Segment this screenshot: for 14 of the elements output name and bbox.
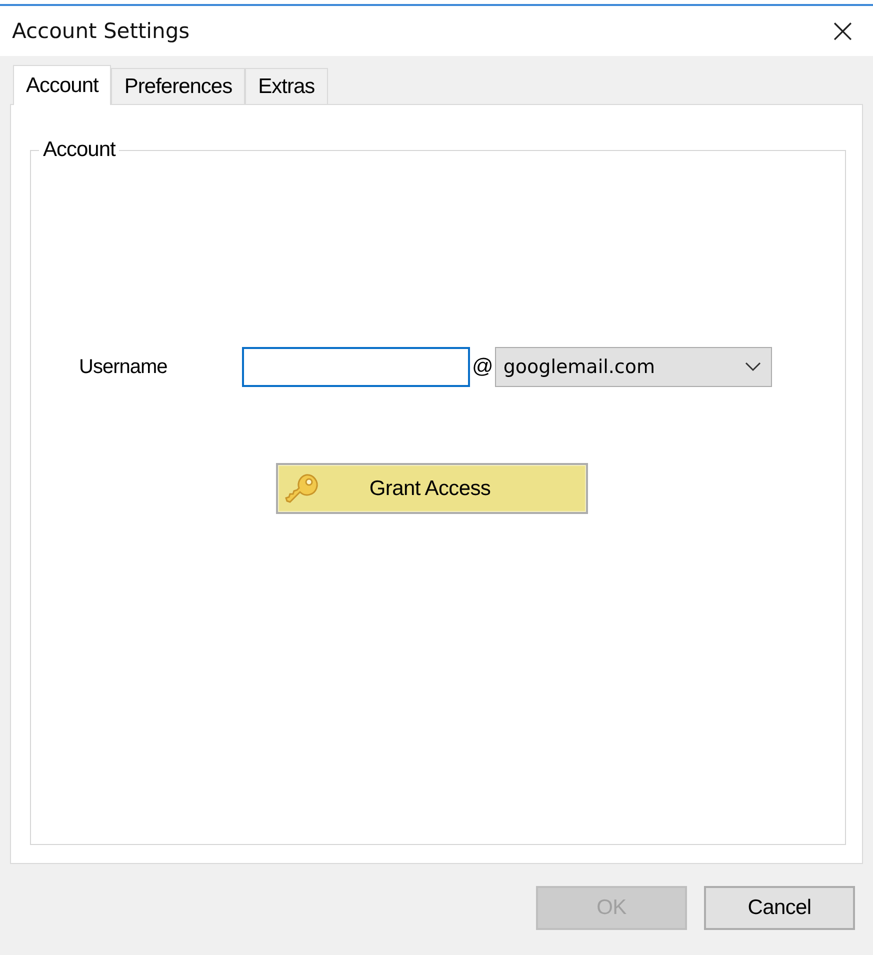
dialog-button[interactable]: Cancel xyxy=(704,886,855,930)
window-title: Account Settings xyxy=(12,19,190,43)
group-title: Account xyxy=(42,138,117,162)
tab[interactable]: Extras xyxy=(245,68,328,104)
tab[interactable]: Preferences xyxy=(111,68,246,104)
close-button[interactable]: × xyxy=(824,14,861,48)
username-field[interactable] xyxy=(242,347,470,387)
grant-access-button[interactable]: Grant Access xyxy=(276,463,588,514)
key-icon xyxy=(284,472,320,506)
tab[interactable]: Account xyxy=(13,65,112,105)
chevron-down-icon xyxy=(745,362,762,372)
domain-dropdown[interactable]: googlemail.com xyxy=(495,347,772,387)
username-label: Username xyxy=(79,356,168,378)
at-sign: @ xyxy=(472,355,494,379)
